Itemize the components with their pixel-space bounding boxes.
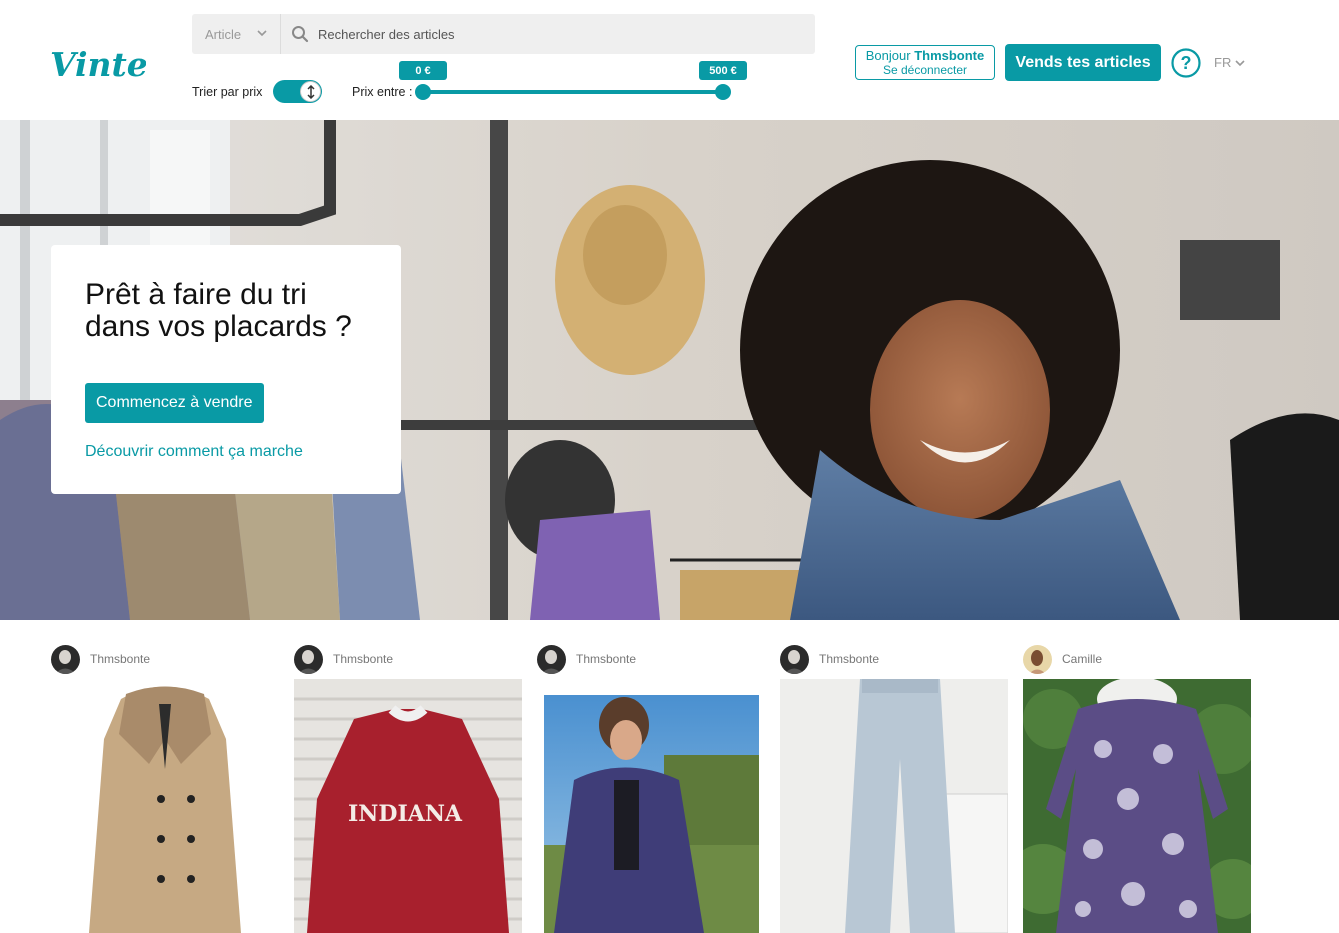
price-slider-track[interactable] bbox=[423, 90, 723, 94]
feed-item[interactable]: Thmsbonte bbox=[780, 644, 1008, 674]
price-max-tooltip: 500 € bbox=[699, 61, 747, 80]
chevron-down-icon bbox=[1235, 59, 1245, 66]
toggle-knob bbox=[300, 81, 321, 102]
svg-text:?: ? bbox=[1181, 53, 1192, 73]
avatar bbox=[537, 644, 566, 674]
seller-info[interactable]: Thmsbonte bbox=[294, 644, 522, 674]
price-max-handle[interactable] bbox=[715, 84, 731, 100]
sweatshirt-print: INDIANA bbox=[348, 801, 463, 827]
sort-arrows-icon bbox=[306, 84, 315, 99]
item-photo-sweatshirt[interactable]: INDIANA bbox=[294, 679, 522, 933]
chevron-down-icon bbox=[257, 30, 267, 37]
feed-item[interactable]: Thmsbonte bbox=[294, 644, 522, 674]
item-photo-shirt[interactable] bbox=[544, 695, 759, 933]
avatar bbox=[780, 644, 809, 674]
seller-info[interactable]: Thmsbonte bbox=[537, 644, 765, 674]
seller-name: Thmsbonte bbox=[819, 652, 880, 666]
sell-items-button[interactable]: Vends tes articles bbox=[1005, 44, 1161, 81]
price-min-tooltip: 0 € bbox=[399, 61, 447, 80]
item-photo-dress[interactable] bbox=[1023, 679, 1251, 933]
avatar bbox=[294, 644, 323, 674]
start-selling-button[interactable]: Commencez à vendre bbox=[85, 383, 264, 423]
hero-card: Prêt à faire du tri dans vos placards ? … bbox=[51, 245, 401, 494]
feed-item[interactable]: Thmsbonte bbox=[537, 644, 765, 674]
price-range-label: Prix entre : bbox=[352, 85, 413, 99]
seller-name: Thmsbonte bbox=[576, 652, 637, 666]
account-button[interactable]: Bonjour Thmsbonte Se déconnecter bbox=[855, 45, 995, 80]
seller-name: Camille bbox=[1062, 652, 1103, 666]
question-circle-icon[interactable]: ? bbox=[1171, 48, 1201, 78]
search-icon bbox=[292, 26, 309, 43]
item-photo-pants[interactable] bbox=[780, 679, 1008, 933]
sort-by-price-label: Trier par prix bbox=[192, 85, 263, 99]
price-min-handle[interactable] bbox=[415, 84, 431, 100]
feed-item[interactable]: Camille bbox=[1023, 644, 1251, 674]
how-it-works-link[interactable]: Découvrir comment ça marche bbox=[85, 443, 367, 461]
avatar bbox=[1023, 644, 1052, 674]
avatar bbox=[51, 644, 80, 674]
search-input[interactable] bbox=[318, 26, 798, 42]
vinted-logo[interactable]: Vinted bbox=[50, 40, 146, 82]
seller-info[interactable]: Camille bbox=[1023, 644, 1251, 674]
account-username: Thmsbonte bbox=[914, 48, 985, 63]
hero-title: Prêt à faire du tri dans vos placards ? bbox=[85, 278, 352, 343]
feed-item[interactable]: Thmsbonte bbox=[51, 644, 279, 674]
language-value: FR bbox=[1214, 55, 1232, 70]
account-greeting: Bonjour bbox=[865, 48, 911, 63]
search-bar: Article bbox=[192, 14, 815, 54]
sort-by-price-toggle[interactable] bbox=[273, 80, 322, 103]
top-header: Vinted Article Trier par prix Prix entre… bbox=[0, 0, 1339, 120]
language-select[interactable]: FR bbox=[1214, 55, 1245, 70]
hero-banner: Prêt à faire du tri dans vos placards ? … bbox=[0, 120, 1339, 620]
logout-link[interactable]: Se déconnecter bbox=[856, 63, 994, 78]
item-photo-coat[interactable] bbox=[51, 679, 279, 933]
category-select[interactable]: Article bbox=[192, 14, 281, 54]
category-select-value: Article bbox=[205, 26, 242, 42]
logo-text: Vinted bbox=[50, 45, 146, 82]
seller-info[interactable]: Thmsbonte bbox=[780, 644, 1008, 674]
seller-name: Thmsbonte bbox=[90, 652, 151, 666]
seller-name: Thmsbonte bbox=[333, 652, 394, 666]
seller-info[interactable]: Thmsbonte bbox=[51, 644, 279, 674]
